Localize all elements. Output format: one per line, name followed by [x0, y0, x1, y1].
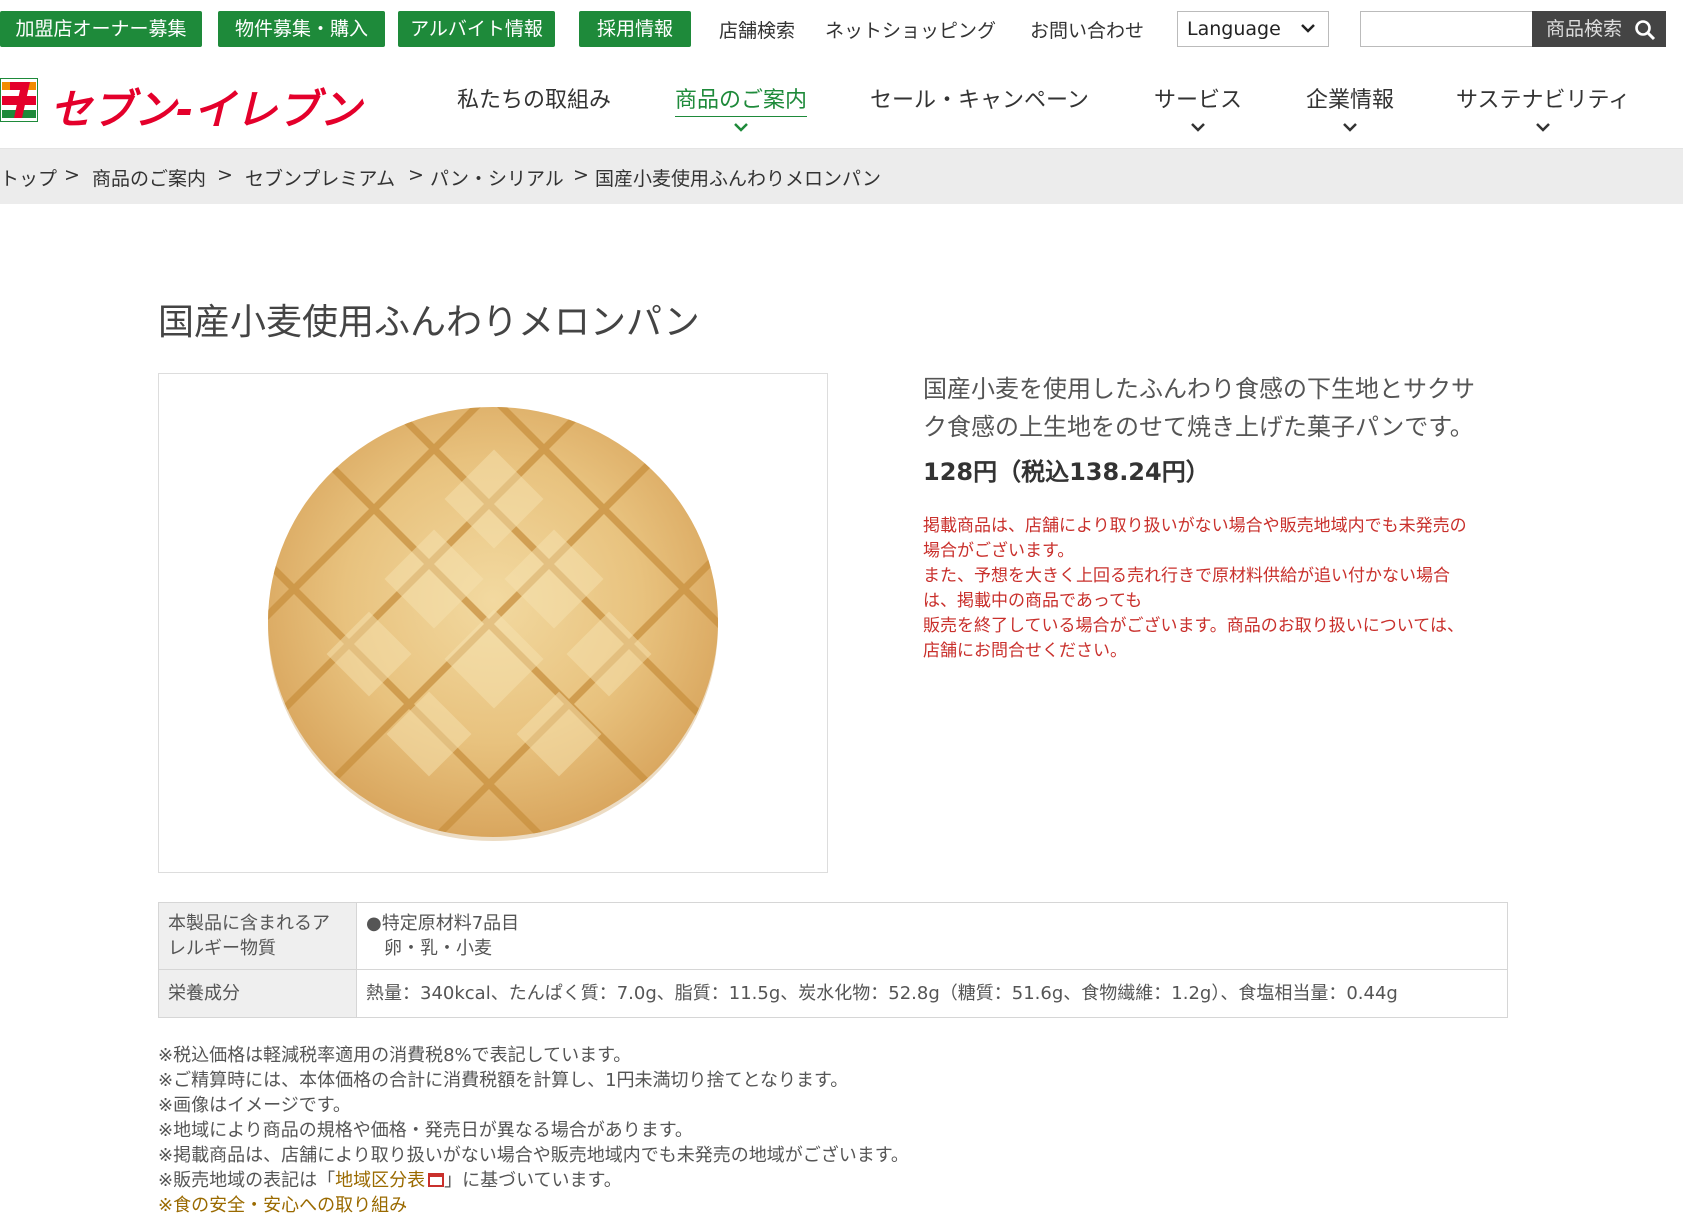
footnote: ※ご精算時には、本体価格の合計に消費税額を計算し、1円未満切り捨てとなります。: [158, 1070, 849, 1091]
footnote: ※税込価格は軽減税率適用の消費税8%で表記しています。: [158, 1045, 632, 1066]
language-select[interactable]: Language: [1177, 11, 1329, 47]
footnote-region: ※販売地域の表記は「地域区分表 」に基づいています。: [158, 1170, 622, 1191]
breadcrumb-top[interactable]: トップ: [0, 164, 57, 191]
notice-line: は、掲載中の商品であっても: [923, 591, 1143, 611]
product-search-input[interactable]: [1360, 11, 1532, 47]
nutrition-value: 熱量：340kcal、たんぱく質：7.0g、脂質：11.5g、炭水化物：52.8…: [356, 969, 1508, 1018]
nav-services[interactable]: サービス: [1154, 82, 1242, 132]
availability-notice: 掲載商品は、店舗により取り扱いがない場合や販売地域内でも未発売の 場合がございま…: [923, 514, 1513, 664]
franchise-owner-button[interactable]: 加盟店オーナー募集: [0, 11, 202, 47]
nav-sustainability[interactable]: サステナビリティ: [1456, 82, 1630, 132]
footnote-safety: ※食の安全・安心への取り組み: [158, 1195, 408, 1216]
chevron-down-icon: [1343, 123, 1357, 132]
logo-wordmark: セブン-イレブン: [50, 85, 362, 134]
product-info-table: 本製品に含まれるア レルギー物質 ●特定原材料7品目 卵・乳・小麦 栄養成分 熱…: [158, 902, 1508, 1018]
footnote: ※掲載商品は、店舗により取り扱いがない場合や販売地域内でも未発売の地域がございま…: [158, 1145, 909, 1166]
product-description: 国産小麦を使用したふんわり食感の下生地とサクサ ク食感の上生地をのせて焼き上げた…: [923, 370, 1513, 446]
notice-line: また、予想を大きく上回る売れ行きで原材料供給が追い付かない場合: [923, 566, 1450, 586]
language-label: Language: [1187, 18, 1281, 40]
nav-sale-campaign[interactable]: セール・キャンペーン: [870, 82, 1089, 114]
notice-line: 販売を終了している場合がございます。商品のお取り扱いについては、: [923, 616, 1464, 636]
description-line: 国産小麦を使用したふんわり食感の下生地とサクサ: [923, 375, 1475, 403]
breadcrumb-seven-premium[interactable]: セブンプレミアム: [245, 164, 395, 191]
nav-corporate-info[interactable]: 企業情報: [1306, 82, 1394, 132]
breadcrumb-products[interactable]: 商品のご案内: [92, 164, 206, 191]
property-recruit-button[interactable]: 物件募集・購入: [218, 11, 385, 47]
footnotes: ※税込価格は軽減税率適用の消費税8%で表記しています。 ※ご精算時には、本体価格…: [158, 1043, 909, 1218]
breadcrumb-current: 国産小麦使用ふんわりメロンパン: [595, 168, 881, 190]
footnote: ※画像はイメージです。: [158, 1095, 351, 1116]
product-search-button[interactable]: 商品検索: [1532, 11, 1666, 47]
search-icon: [1635, 20, 1656, 41]
notice-line: 店舗にお問合せください。: [923, 641, 1127, 661]
breadcrumb: トップ > 商品のご案内 > セブンプレミアム > パン・シリアル > 国産小麦…: [0, 149, 1683, 204]
breadcrumb-separator: >: [573, 164, 589, 186]
page-title: 国産小麦使用ふんわりメロンパン: [158, 302, 700, 343]
contact-link[interactable]: お問い合わせ: [1030, 16, 1144, 43]
store-search-link[interactable]: 店舗検索: [719, 16, 795, 43]
product-image: [158, 373, 828, 873]
part-time-job-button[interactable]: アルバイト情報: [398, 11, 555, 47]
notice-line: 掲載商品は、店舗により取り扱いがない場合や販売地域内でも未発売の: [923, 516, 1467, 536]
region-table-link[interactable]: 地域区分表: [335, 1170, 425, 1191]
description-line: ク食感の上生地をのせて焼き上げた菓子パンです。: [923, 413, 1474, 441]
breadcrumb-bread-cereal[interactable]: パン・シリアル: [430, 164, 564, 191]
chevron-down-icon: [1300, 12, 1316, 58]
table-row: 本製品に含まれるア レルギー物質 ●特定原材料7品目 卵・乳・小麦: [158, 902, 1508, 970]
site-header: セブン-イレブン 私たちの取組み 商品のご案内 セール・キャンペーン サービス …: [0, 58, 1683, 149]
top-utility-bar: 加盟店オーナー募集 物件募集・購入 アルバイト情報 採用情報 店舗検索 ネットシ…: [0, 0, 1683, 58]
allergy-header: 本製品に含まれるア レルギー物質: [158, 902, 357, 970]
allergy-value: ●特定原材料7品目 卵・乳・小麦: [356, 902, 1508, 970]
chevron-down-icon: [1536, 123, 1551, 132]
chevron-down-icon: [1191, 123, 1205, 132]
product-price: 128円（税込138.24円）: [923, 458, 1210, 486]
breadcrumb-separator: >: [64, 164, 80, 186]
nav-our-initiatives[interactable]: 私たちの取組み: [457, 82, 611, 114]
net-shopping-link[interactable]: ネットショッピング: [825, 16, 996, 43]
seven-eleven-mark-icon: [0, 78, 38, 122]
nutrition-header: 栄養成分: [158, 969, 357, 1018]
footnote: ※地域により商品の規格や価格・発売日が異なる場合があります。: [158, 1120, 693, 1141]
external-window-icon: [428, 1173, 445, 1187]
breadcrumb-separator: >: [408, 164, 424, 186]
nav-products[interactable]: 商品のご案内: [675, 82, 808, 132]
notice-line: 場合がございます。: [923, 541, 1075, 561]
table-row: 栄養成分 熱量：340kcal、たんぱく質：7.0g、脂質：11.5g、炭水化物…: [158, 969, 1508, 1018]
breadcrumb-separator: >: [217, 164, 233, 186]
recruitment-button[interactable]: 採用情報: [579, 11, 691, 47]
melon-pan-illustration: [268, 407, 718, 841]
food-safety-link[interactable]: 食の安全・安心への取り組み: [173, 1195, 407, 1216]
search-button-label: 商品検索: [1546, 18, 1623, 40]
chevron-down-icon: [734, 123, 748, 132]
